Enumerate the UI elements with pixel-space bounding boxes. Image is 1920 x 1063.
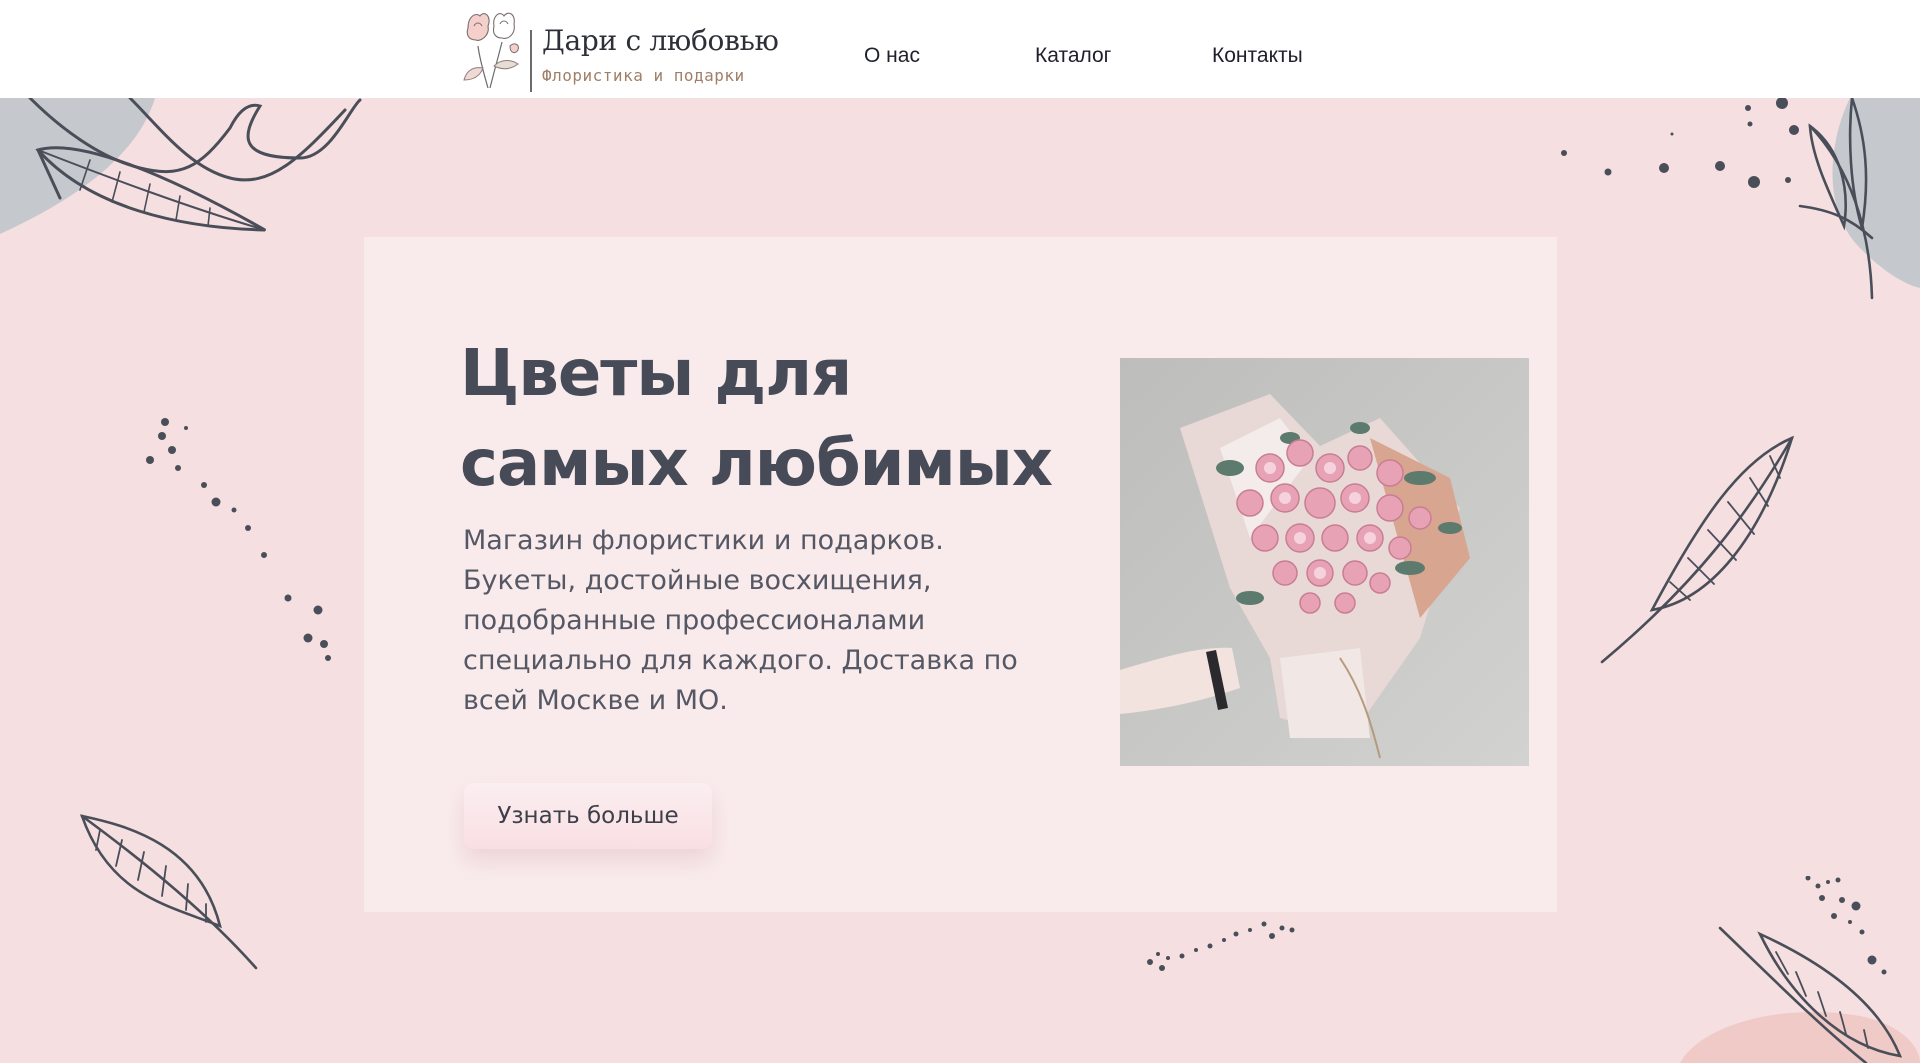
bottom-left-leaf-decoration	[80, 814, 258, 970]
leaf-sketch-icon	[1757, 931, 1903, 1058]
hero-card: Цветы для самых любимых Магазин флористи…	[364, 237, 1557, 912]
dots-icon	[146, 418, 331, 661]
left-dots-decoration	[146, 418, 331, 661]
main-nav: О нас Каталог Контакты	[0, 44, 1920, 74]
learn-more-button[interactable]: Узнать больше	[464, 783, 712, 849]
dots-icon	[1805, 876, 1887, 975]
leaf-sketch-icon	[1649, 435, 1795, 612]
site-header: Дари с любовью Флористика и подарки О на…	[0, 0, 1920, 98]
pink-blob	[1680, 1011, 1920, 1063]
nav-item-about[interactable]: О нас	[864, 44, 920, 68]
dots-icon	[1561, 98, 1799, 188]
bottom-dots-decoration	[1147, 921, 1295, 971]
nav-item-catalog[interactable]: Каталог	[1035, 44, 1111, 68]
gray-blob	[0, 98, 155, 234]
top-right-decoration	[1561, 98, 1920, 300]
gray-blob	[1832, 98, 1920, 288]
top-left-decoration	[0, 98, 362, 234]
dots-icon	[1147, 921, 1295, 971]
leaf-sketch-icon	[1808, 124, 1874, 300]
bottom-right-decoration	[1680, 876, 1920, 1063]
bouquet-image	[1120, 358, 1529, 766]
hero-description: Магазин флористики и подарков. Букеты, д…	[463, 525, 1018, 716]
bouquet-photo	[1120, 358, 1529, 766]
right-leaf-decoration	[1600, 435, 1795, 664]
hero-title: Цветы для самых любимых	[460, 337, 1053, 501]
leaf-sketch-icon	[35, 146, 266, 232]
nav-item-contacts[interactable]: Контакты	[1212, 44, 1303, 68]
leaf-sketch-icon	[80, 814, 222, 929]
